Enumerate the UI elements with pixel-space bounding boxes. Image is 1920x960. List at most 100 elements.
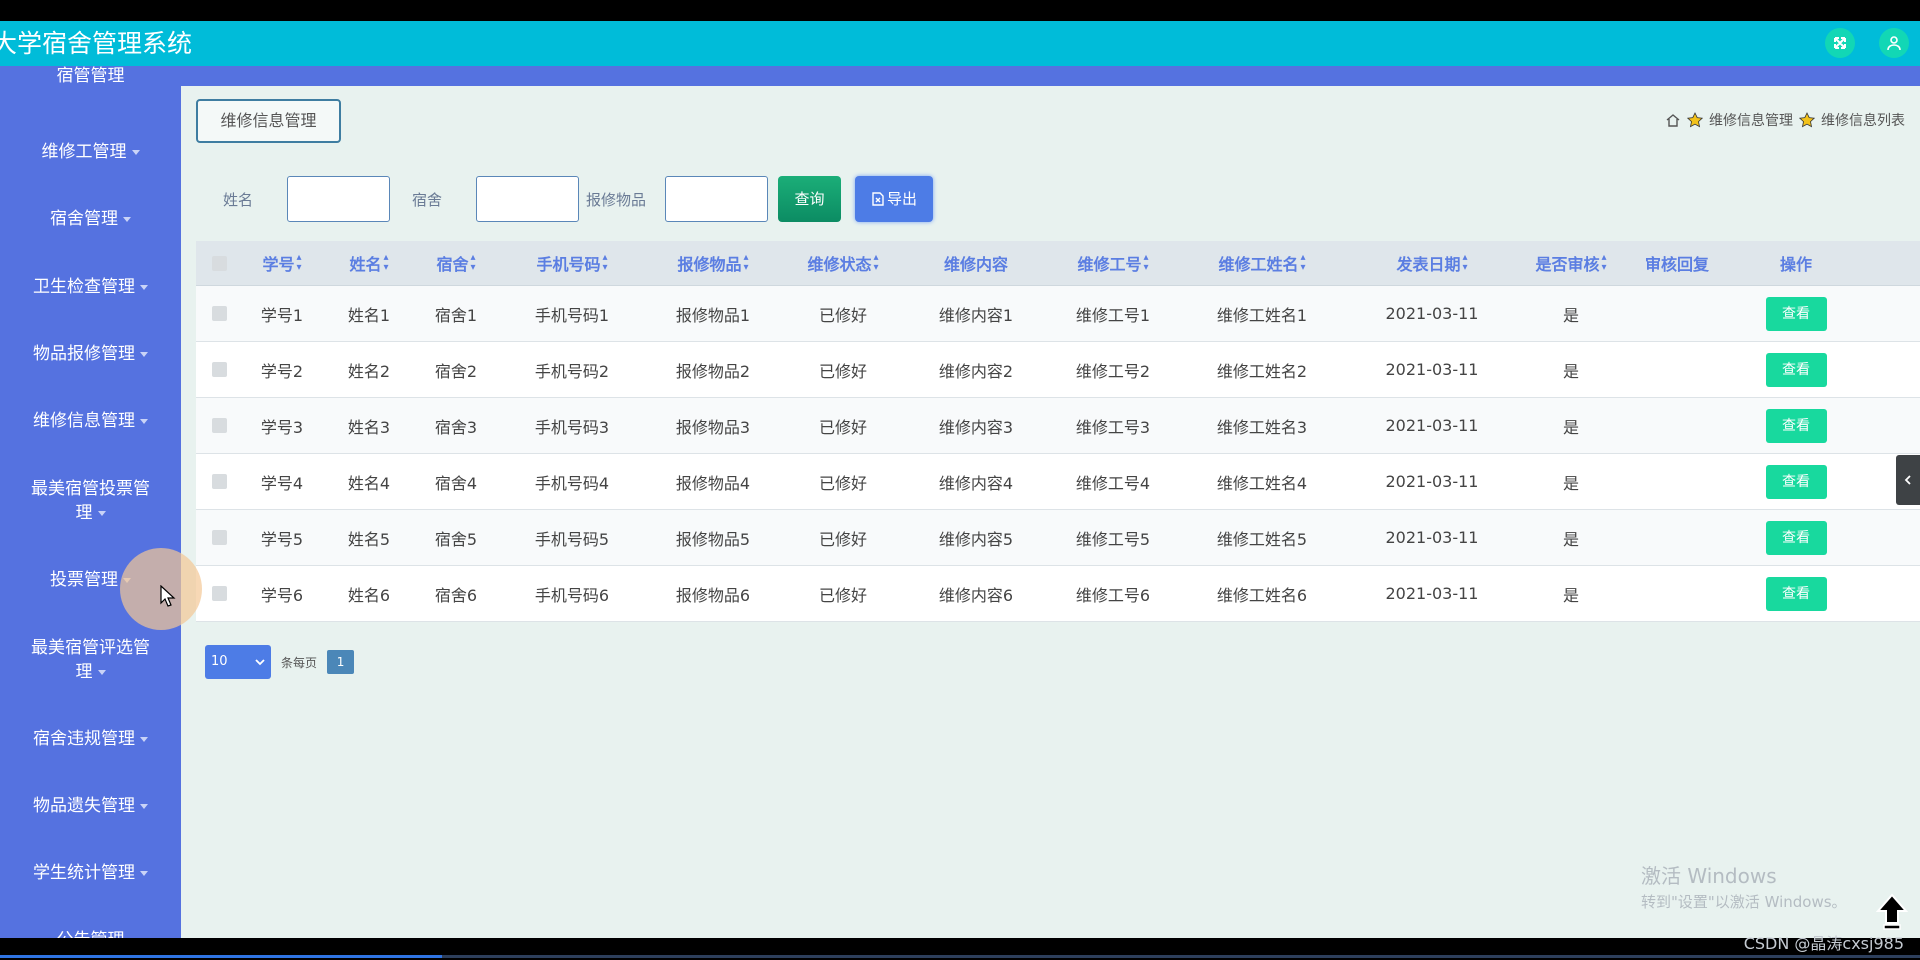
chevron-left-icon xyxy=(1904,475,1911,485)
windows-activation-watermark: 激活 Windows 转到"设置"以激活 Windows。 xyxy=(1641,860,1847,912)
csdn-watermark: CSDN @晶涛cxsj985 xyxy=(1743,934,1904,953)
user-icon xyxy=(1887,36,1901,51)
query-button[interactable]: 查询 xyxy=(778,176,841,222)
cell-dorm: 宿舍2 xyxy=(434,361,478,381)
view-button[interactable]: 查看 xyxy=(1765,520,1827,555)
sidebar-item-hygiene[interactable]: 卫生检查管理 xyxy=(0,275,181,299)
sidebar-item-dorm[interactable]: 宿舍管理 xyxy=(0,207,181,231)
col-header-repair-item[interactable]: 报修物品 ▴ ▾ xyxy=(648,241,778,285)
cell-publish-date: 2021-03-11 xyxy=(1385,584,1479,603)
row-checkbox[interactable] xyxy=(211,418,227,433)
row-checkbox[interactable] xyxy=(211,306,227,321)
cell-repair-status: 已修好 xyxy=(818,417,867,437)
header-label: 操作 xyxy=(1779,255,1812,274)
dorm-input[interactable] xyxy=(476,176,579,222)
cell-repair-content: 维修内容2 xyxy=(938,361,1014,381)
cell-dorm: 宿舍1 xyxy=(434,305,478,325)
row-checkbox[interactable] xyxy=(211,530,227,545)
cell-repairman-name: 维修工姓名1 xyxy=(1216,305,1308,325)
header-label: 学号 xyxy=(262,255,295,274)
cell-repair-status: 已修好 xyxy=(818,585,867,605)
select-all-checkbox[interactable] xyxy=(196,241,242,285)
view-button[interactable]: 查看 xyxy=(1765,576,1827,611)
sidebar-item-label: 物品报修管理 xyxy=(33,344,135,364)
col-header-repairman-id[interactable]: 维修工号 ▴ ▾ xyxy=(1044,241,1182,285)
col-header-publish-date[interactable]: 发表日期 ▴ ▾ xyxy=(1342,241,1522,285)
row-checkbox-cell xyxy=(196,566,242,621)
view-button[interactable]: 查看 xyxy=(1765,296,1827,331)
breadcrumb-item[interactable]: 维修信息列表 xyxy=(1821,110,1905,130)
sidebar-item-label: 卫生检查管理 xyxy=(33,277,135,297)
mouse-cursor-icon xyxy=(160,585,176,607)
col-header-name[interactable]: 姓名 ▴ ▾ xyxy=(322,241,416,285)
col-header-repairman-name[interactable]: 维修工姓名 ▴ ▾ xyxy=(1182,241,1342,285)
sidebar-item-student-stats[interactable]: 学生统计管理 xyxy=(0,861,181,885)
checkbox[interactable] xyxy=(211,255,227,271)
table-row: 学号6 姓名6 宿舍6 手机号码6 报修物品6 已修好 维修内容6 维修工号6 维修工姓名6 20… xyxy=(196,566,1920,622)
col-header-student-id[interactable]: 学号 ▴ ▾ xyxy=(242,241,322,285)
col-header-phone[interactable]: 手机号码 ▴ ▾ xyxy=(496,241,648,285)
cell-student-id: 学号5 xyxy=(260,529,304,549)
cell-name: 姓名2 xyxy=(347,361,391,381)
col-header-repair-status[interactable]: 维修状态 ▴ ▾ xyxy=(778,241,908,285)
row-checkbox-cell xyxy=(196,342,242,397)
repair-item-input[interactable] xyxy=(665,176,768,222)
col-header-approved[interactable]: 是否审核 ▴ ▾ xyxy=(1522,241,1620,285)
cell-student-id: 学号3 xyxy=(260,417,304,437)
sidebar-item-violation[interactable]: 宿舍违规管理 xyxy=(0,727,181,751)
name-input[interactable] xyxy=(287,176,390,222)
sidebar-item-announcement[interactable]: 公告管理 xyxy=(0,928,181,938)
cell-review-reply xyxy=(1620,510,1734,565)
cell-name: 姓名3 xyxy=(347,417,391,437)
row-checkbox[interactable] xyxy=(211,474,227,489)
cell-repairman-id: 维修工号2 xyxy=(1075,361,1151,381)
scroll-to-top-icon[interactable] xyxy=(1875,893,1909,931)
sidebar-item-repair-info[interactable]: 维修信息管理 xyxy=(0,409,181,433)
cell-repair-content: 维修内容4 xyxy=(938,473,1014,493)
cell-repairman-id: 维修工号3 xyxy=(1075,417,1151,437)
home-icon[interactable] xyxy=(1665,112,1681,128)
star-icon xyxy=(1799,112,1815,128)
cell-actions: 查看 xyxy=(1734,454,1858,509)
sidebar-item-best-manager-vote[interactable]: 最美宿管投票管理 xyxy=(0,477,181,525)
sidebar-item-repair-request[interactable]: 物品报修管理 xyxy=(0,342,181,366)
page-number-current[interactable]: 1 xyxy=(327,650,355,674)
cell-review-reply xyxy=(1620,342,1734,397)
row-checkbox[interactable] xyxy=(211,362,227,377)
header-label: 维修工号 xyxy=(1077,255,1142,274)
row-checkbox-cell xyxy=(196,510,242,565)
sidebar-item-best-manager-selection[interactable]: 最美宿管评选管理 xyxy=(0,636,181,684)
sidebar-item-dorm-manager[interactable]: 宿管管理 xyxy=(0,66,181,88)
cell-repair-item: 报修物品1 xyxy=(675,305,751,325)
cell-approved: 是 xyxy=(1562,305,1579,325)
side-panel-toggle[interactable] xyxy=(1896,455,1920,505)
row-checkbox[interactable] xyxy=(211,586,227,601)
page-size-value: 10 xyxy=(211,654,228,669)
header-label: 姓名 xyxy=(349,255,382,274)
sidebar-item-lost-items[interactable]: 物品遗失管理 xyxy=(0,794,181,818)
app-title: 大学宿舍管理系统 xyxy=(0,29,193,58)
cell-actions: 查看 xyxy=(1734,398,1858,453)
col-header-dorm[interactable]: 宿舍 ▴ ▾ xyxy=(416,241,496,285)
cell-repair-content: 维修内容1 xyxy=(938,305,1014,325)
cell-repair-status: 已修好 xyxy=(818,361,867,381)
cell-dorm: 宿舍3 xyxy=(434,417,478,437)
page-size-select[interactable]: 10 xyxy=(205,645,271,679)
sort-icon: ▴ ▾ xyxy=(602,252,608,273)
sidebar-item-label: 宿舍违规管理 xyxy=(33,729,135,749)
expand-icon xyxy=(1834,37,1846,49)
sidebar-item-repairman[interactable]: 维修工管理 xyxy=(0,140,181,164)
view-button[interactable]: 查看 xyxy=(1765,408,1827,443)
main-content: 维修信息管理 维修信息管理 维修信息列表 姓名 宿舍 报修物品 查询 导出 学号… xyxy=(181,86,1920,938)
video-progress-bar[interactable] xyxy=(0,955,1920,958)
fullscreen-button[interactable] xyxy=(1825,28,1855,58)
user-button[interactable] xyxy=(1879,28,1909,58)
cell-student-id: 学号6 xyxy=(260,585,304,605)
breadcrumb-item[interactable]: 维修信息管理 xyxy=(1709,110,1793,130)
header-label: 手机号码 xyxy=(536,255,601,274)
view-button[interactable]: 查看 xyxy=(1765,352,1827,387)
export-button[interactable]: 导出 xyxy=(855,176,933,222)
view-button[interactable]: 查看 xyxy=(1765,464,1827,499)
cell-repair-item: 报修物品2 xyxy=(675,361,751,381)
cell-name: 姓名5 xyxy=(347,529,391,549)
